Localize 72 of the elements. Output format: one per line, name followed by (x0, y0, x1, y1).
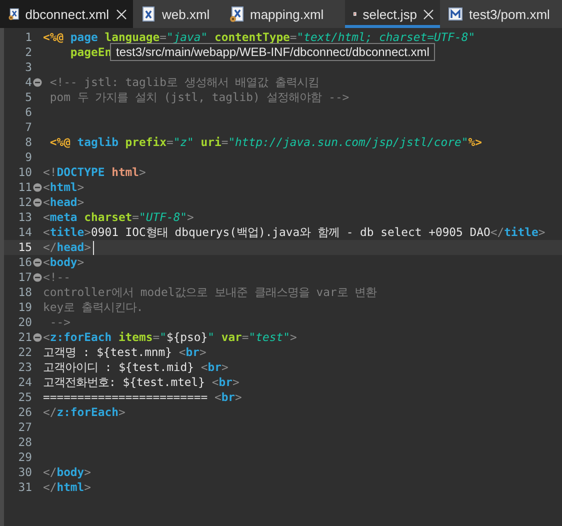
line-number: 3 (24, 60, 32, 75)
fold-icon[interactable] (33, 258, 42, 267)
line-number: 8 (24, 135, 32, 150)
line-number: 22 (17, 345, 32, 360)
line-number: 24 (17, 375, 32, 390)
editor-tab[interactable]: select.jsp (345, 0, 440, 28)
line-number: 28 (17, 435, 32, 450)
line-number: 21 (17, 330, 32, 345)
code-line: </body> (43, 465, 92, 480)
line-number: 10 (17, 165, 32, 180)
code-line: <body> (43, 255, 86, 270)
line-number: 9 (24, 150, 32, 165)
code-line: 고객명 : ${test.mnm} <br> (43, 345, 208, 360)
line-number: 12 (17, 195, 32, 210)
line-number: 2 (24, 45, 32, 60)
code-line: pom 두 가지를 설치 (jstl, taglib) 설정해야함 --> (48, 90, 350, 105)
code-line: <!-- (43, 270, 72, 285)
editor-tab[interactable]: web.xml (133, 0, 221, 28)
code-line: --> (48, 315, 72, 330)
line-number: 26 (17, 405, 32, 420)
code-line: <!DOCTYPE html> (43, 165, 147, 180)
text-cursor (93, 240, 94, 254)
xml-file-icon (141, 6, 156, 22)
line-number: 29 (17, 450, 32, 465)
line-number: 23 (17, 360, 32, 375)
line-number: 6 (24, 105, 32, 120)
code-line: <%@ taglib prefix="z" uri="http://java.sun.com/jsp/jstl/core"%> (48, 135, 483, 150)
xml-file-icon (229, 6, 244, 22)
line-number: 1 (24, 30, 32, 45)
editor-tab[interactable]: mapping.xml (221, 0, 345, 28)
fold-icon[interactable] (33, 198, 42, 207)
code-line: </html> (43, 480, 92, 495)
line-number: 25 (17, 390, 32, 405)
code-line: <z:forEach items="${pso}" var="test"> (43, 330, 298, 345)
code-line: pageEn (69, 45, 113, 60)
fold-icon[interactable] (33, 183, 42, 192)
code-line: </z:forEach> (43, 405, 126, 420)
line-number: 11 (17, 180, 32, 195)
code-line: controller에서 model값으로 보내준 클래스명을 var로 변환 (43, 285, 378, 300)
code-line: </head> (43, 240, 92, 255)
line-number: 14 (17, 225, 32, 240)
code-line: <head> (43, 195, 86, 210)
fold-icon[interactable] (33, 273, 42, 282)
line-number: 20 (17, 315, 32, 330)
line-number: 19 (17, 300, 32, 315)
editor-tab[interactable]: dbconnect.xml (0, 0, 133, 28)
line-number: 13 (17, 210, 32, 225)
line-number: 7 (24, 120, 32, 135)
code-line: <html> (43, 180, 86, 195)
line-number: 31 (17, 480, 32, 495)
fold-icon[interactable] (33, 78, 42, 87)
code-line: key로 출력시킨다. (43, 300, 144, 315)
code-line: 고객전화번호: ${test.mtel} <br> (43, 375, 240, 390)
code-line: ======================== <br> (43, 390, 243, 405)
line-number: 5 (24, 90, 32, 105)
code-line: <meta charset="UTF-8"> (43, 210, 195, 225)
line-number: 30 (17, 465, 32, 480)
line-number: 27 (17, 420, 32, 435)
line-number: 17 (17, 270, 32, 285)
xml-file-icon (8, 6, 20, 22)
code-line: <%@ page language="java" contentType="text/html; charset=UTF-8" (43, 30, 476, 45)
code-line: 고객아이디 : ${test.mid} <br> (43, 360, 230, 375)
code-line: <title>0901 IOC형태 dbquerys(백업).java와 함께 - db select +0905 DAO</title> (43, 225, 546, 240)
line-number: 15 (17, 240, 32, 255)
editor-tab[interactable]: test3/pom.xml (440, 0, 562, 28)
tooltip: test3/src/main/webapp/WEB-INF/dbconnect/dbconnect.xml (110, 43, 436, 61)
line-number: 18 (17, 285, 32, 300)
line-number: 16 (17, 255, 32, 270)
fold-icon[interactable] (33, 333, 42, 342)
maven-file-icon (448, 6, 463, 22)
line-number: 4 (24, 75, 32, 90)
code-line: <!-- jstl: taglib로 생성해서 배열값 출력시킴 (48, 75, 320, 90)
